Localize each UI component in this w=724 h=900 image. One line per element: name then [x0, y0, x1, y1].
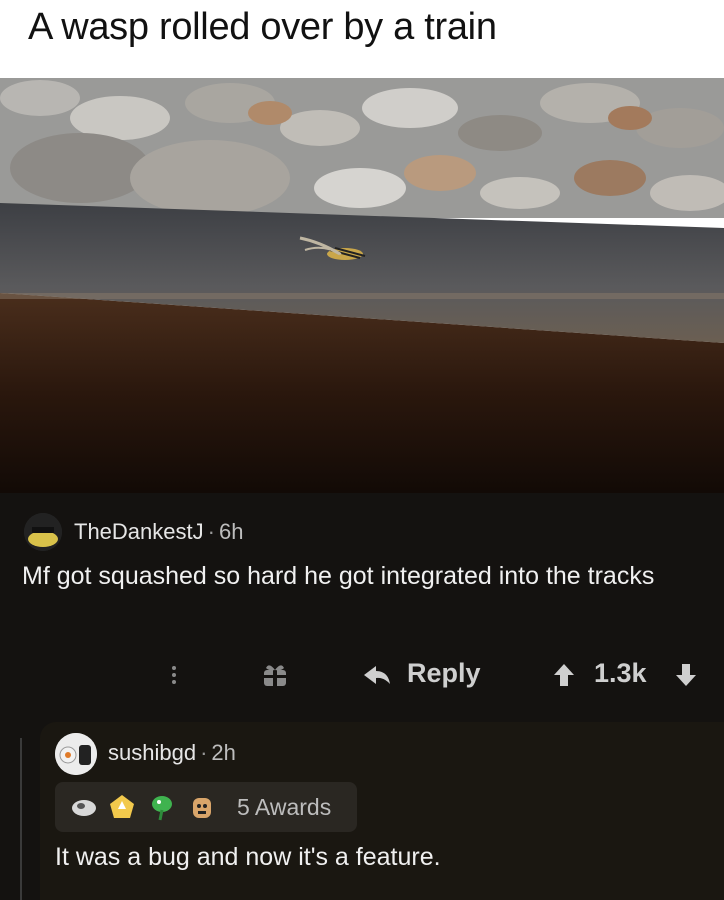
- awards-count: 5 Awards: [237, 794, 332, 820]
- reply-body: It was a bug and now it's a feature.: [55, 843, 441, 871]
- upvote-icon[interactable]: [552, 662, 576, 688]
- award-icon-2: [110, 795, 134, 818]
- meme-title: A wasp rolled over by a train: [28, 6, 497, 48]
- reply-age: 2h: [211, 740, 236, 765]
- comment-meta: TheDankestJ · 6h: [74, 519, 243, 545]
- comment-actions: Reply 1.3k: [0, 650, 724, 700]
- avatar[interactable]: [24, 513, 62, 551]
- award-icon-4: [193, 798, 211, 818]
- downvote-icon[interactable]: [674, 662, 698, 688]
- separator: ·: [207, 519, 215, 544]
- wasp-on-rail-photo: [0, 78, 724, 493]
- reply-meta: sushibgd · 2h: [108, 740, 236, 766]
- reply-username[interactable]: sushibgd: [108, 740, 196, 765]
- gift-icon[interactable]: [262, 662, 288, 688]
- comment-age: 6h: [218, 519, 244, 544]
- reply-arrow-icon[interactable]: [362, 664, 392, 686]
- awards-bar[interactable]: 5 Awards: [55, 782, 357, 832]
- award-icon-1: [72, 800, 96, 816]
- separator: ·: [200, 740, 208, 765]
- username[interactable]: TheDankestJ: [74, 519, 204, 544]
- vote-score: 1.3k: [594, 658, 647, 688]
- comment-body: Mf got squashed so hard he got integrate…: [22, 562, 655, 590]
- meme-title-bar: A wasp rolled over by a train: [0, 0, 724, 78]
- reply-avatar[interactable]: [55, 733, 97, 775]
- reply-button[interactable]: Reply: [407, 658, 481, 689]
- more-vert-icon[interactable]: [164, 660, 184, 690]
- award-icon-3: [152, 796, 172, 821]
- thread-line[interactable]: [20, 738, 22, 900]
